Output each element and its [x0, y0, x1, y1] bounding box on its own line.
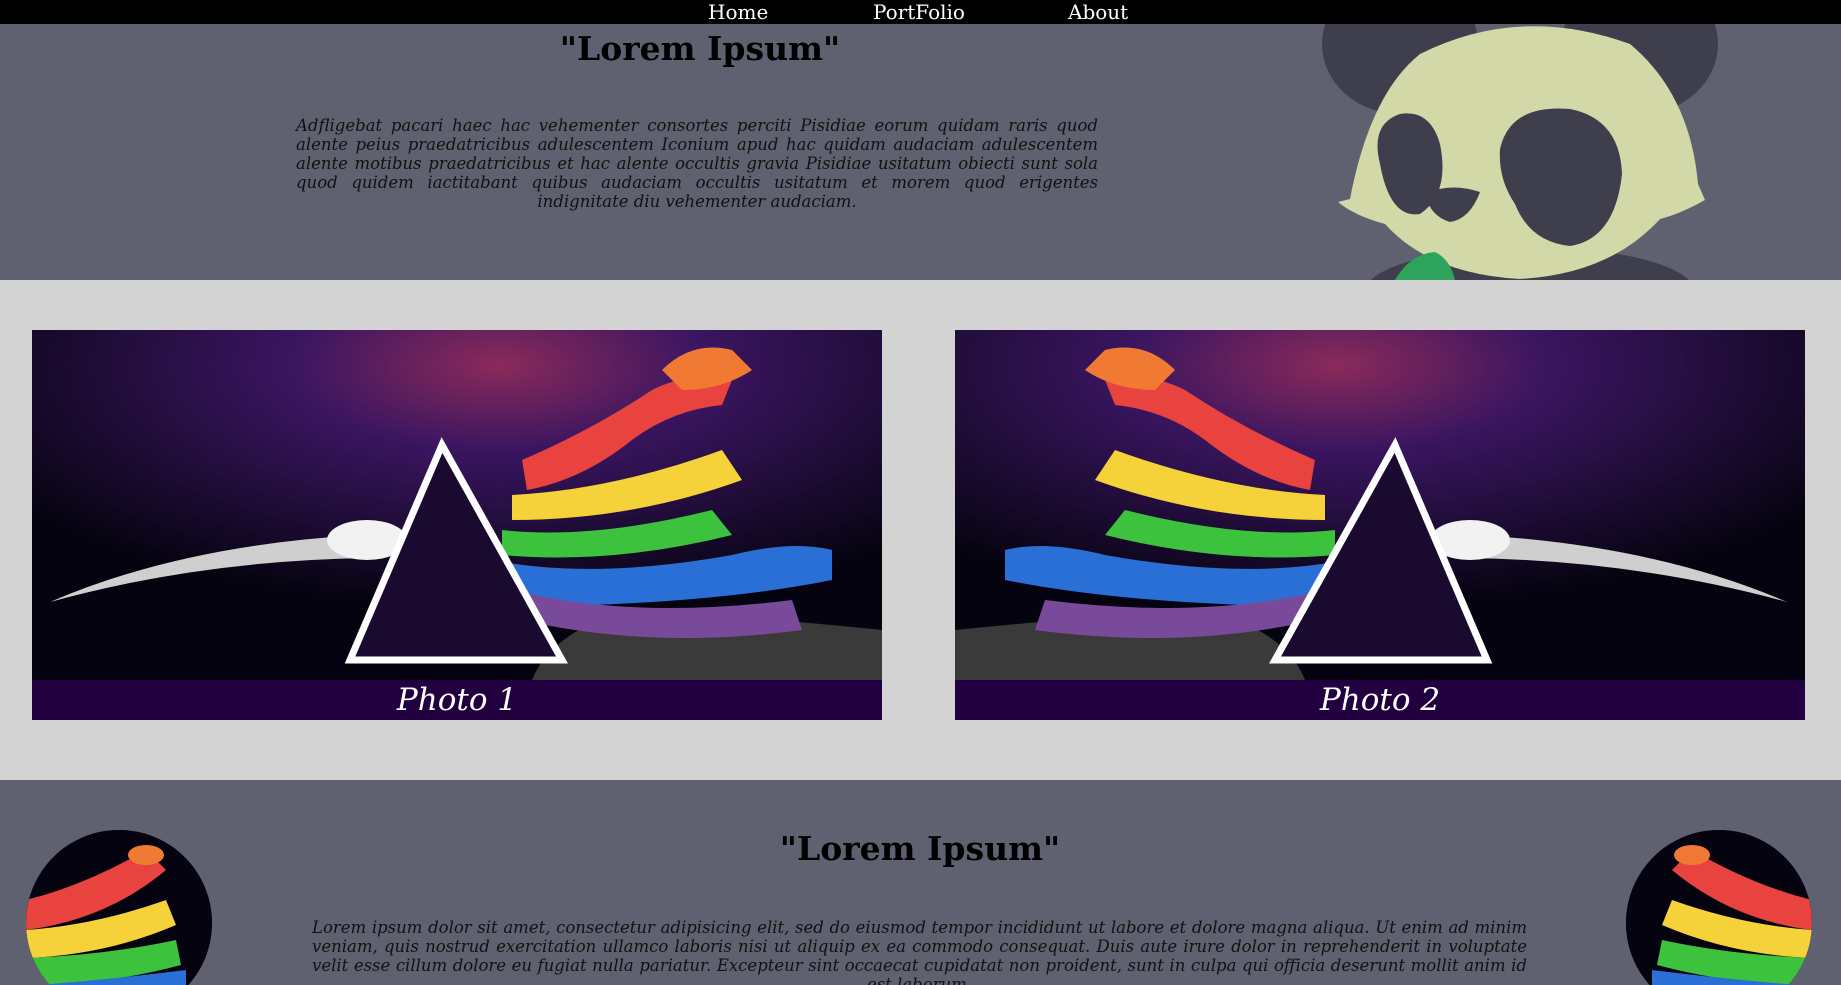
avatar-left [26, 830, 212, 985]
nav-about-link[interactable]: About [1068, 0, 1128, 24]
nav-home-link[interactable]: Home [708, 0, 768, 24]
about-section: "Lorem Ipsum" Lorem ipsum dolor sit amet… [0, 780, 1841, 985]
photo-card-2[interactable]: Photo 2 [955, 330, 1805, 720]
photo-1-image [32, 330, 882, 680]
hero-text: Adfligebat pacari haec hac vehementer co… [296, 116, 1098, 211]
about-title: "Lorem Ipsum" [779, 829, 1061, 868]
avatar-left-image [26, 830, 212, 985]
photo-2-image [955, 330, 1805, 680]
avatar-right [1626, 830, 1812, 985]
top-nav: Home PortFolio About [0, 0, 1841, 24]
hero-section: "Lorem Ipsum" Adfligebat pacari haec hac… [0, 24, 1841, 280]
hero-title: "Lorem Ipsum" [559, 29, 841, 68]
photo-2-caption: Photo 2 [955, 680, 1805, 720]
nav-portfolio-link[interactable]: PortFolio [873, 0, 965, 24]
photo-1-caption: Photo 1 [32, 680, 882, 720]
photo-card-1[interactable]: Photo 1 [32, 330, 882, 720]
about-text: Lorem ipsum dolor sit amet, consectetur … [312, 918, 1527, 985]
panda-illustration [1322, 24, 1718, 280]
avatar-right-image [1626, 830, 1812, 985]
